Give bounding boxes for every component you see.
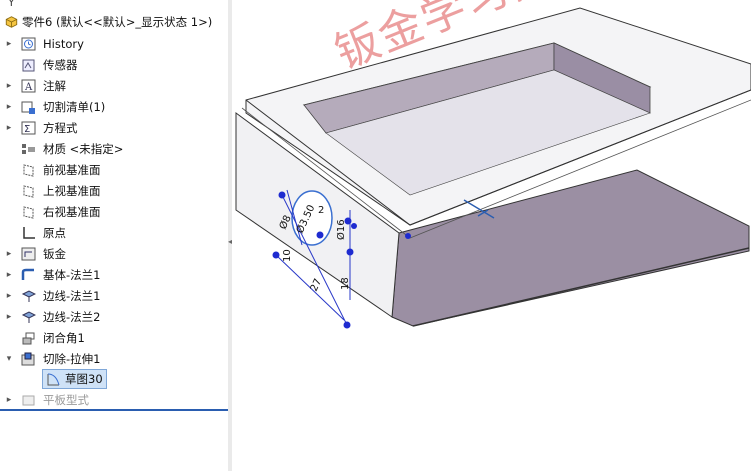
filter-icon[interactable]: Y (8, 0, 15, 9)
edge-flange-icon (21, 311, 36, 323)
tree-item-label: 钣金 (43, 247, 66, 261)
tree-item-label: History (43, 37, 84, 51)
model-3d-view: Ø8 Ø3.50 2 Ø16 10 27 18 (235, 7, 751, 329)
tree-item-plane[interactable]: 前视基准面 (0, 160, 228, 180)
feature-manager-tree: Y 零件6 (默认<<默认>_显示状态 1>) ▸ History 传感器 ▸ A 注解 ▸… (0, 0, 229, 471)
tree-item-sensor[interactable]: 传感器 (0, 55, 228, 75)
chevron-right-icon[interactable]: ▸ (5, 123, 13, 133)
chevron-right-icon[interactable]: ▸ (5, 39, 13, 49)
tree-item-label: 原点 (43, 226, 66, 240)
plane-icon (23, 206, 34, 219)
chevron-down-icon[interactable]: ▾ (5, 354, 13, 364)
sketch-icon (47, 373, 60, 386)
closed-corner-icon (22, 332, 35, 345)
tree-item-closed-corner[interactable]: 闭合角1 (0, 328, 228, 348)
annotation-icon: A (21, 79, 36, 93)
tree-item-edge-flange[interactable]: ▸ 边线-法兰1 (0, 286, 228, 306)
tree-item-sketch[interactable]: 草图30 (0, 369, 228, 389)
tree-item-annotation[interactable]: ▸ A 注解 (0, 76, 228, 96)
cut-list-icon (21, 101, 35, 114)
tree-item-edge-flange[interactable]: ▸ 边线-法兰2 (0, 307, 228, 327)
history-icon (21, 37, 36, 51)
edge-flange-icon (21, 290, 36, 302)
dim-2: 2 (318, 205, 324, 216)
plane-icon (23, 164, 34, 177)
tree-item-cut-list[interactable]: ▸ 切割清单(1) (0, 97, 228, 117)
part-title: 零件6 (默认<<默认>_显示状态 1>) (22, 15, 213, 29)
chevron-right-icon[interactable]: ▸ (5, 395, 13, 405)
base-flange-icon (21, 268, 34, 280)
plane-icon (23, 185, 34, 198)
tree-item-origin[interactable]: 原点 (0, 223, 228, 243)
tree-item-base-flange[interactable]: ▸ 基体-法兰1 (0, 265, 228, 285)
tree-item-label: 前视基准面 (43, 163, 101, 177)
chevron-right-icon[interactable]: ▸ (5, 312, 13, 322)
chevron-right-icon[interactable]: ▸ (5, 81, 13, 91)
chevron-right-icon[interactable]: ▸ (5, 249, 13, 259)
tree-root-part[interactable]: 零件6 (默认<<默认>_显示状态 1>) (0, 12, 228, 32)
tree-item-label: 边线-法兰1 (43, 289, 101, 303)
tree-item-flat-pattern[interactable]: ▸ 平板型式 (0, 390, 228, 410)
rollback-bar[interactable] (0, 409, 228, 411)
tree-item-label: 右视基准面 (43, 205, 101, 219)
tree-item-label: 边线-法兰2 (43, 310, 101, 324)
tree-item-cut-extrude[interactable]: ▾ 切除-拉伸1 (0, 349, 228, 369)
tree-item-label: 平板型式 (43, 393, 89, 407)
chevron-right-icon[interactable]: ▸ (5, 102, 13, 112)
dim-10: 10 (282, 249, 293, 262)
part-icon (5, 16, 18, 28)
tree-item-plane[interactable]: 上视基准面 (0, 181, 228, 201)
chevron-right-icon[interactable]: ▸ (5, 291, 13, 301)
tree-item-label: 传感器 (43, 58, 78, 72)
equation-icon: Σ (21, 121, 36, 135)
svg-text:Σ: Σ (24, 124, 30, 135)
material-icon (22, 144, 35, 154)
dim-27: 27 (309, 277, 324, 293)
flat-pattern-icon (22, 395, 35, 406)
tree-item-label: 草图30 (65, 372, 103, 386)
tree-item-label: 方程式 (43, 121, 78, 135)
sheet-metal-icon (21, 247, 36, 261)
tree-item-label: 注解 (43, 79, 66, 93)
cut-extrude-icon (21, 352, 35, 366)
dim-d16: Ø16 (335, 219, 347, 240)
tree-item-label: 基体-法兰1 (43, 268, 101, 282)
tree-item-label: 切割清单(1) (43, 100, 106, 114)
tree-item-sheet-metal[interactable]: ▸ 钣金 (0, 244, 228, 264)
tree-item-label: 切除-拉伸1 (43, 352, 101, 366)
tree-item-material[interactable]: 材质 <未指定> (0, 139, 228, 159)
tree-item-equation[interactable]: ▸ Σ 方程式 (0, 118, 228, 138)
tree-filter[interactable]: Y (0, 0, 228, 10)
chevron-right-icon[interactable]: ▸ (5, 270, 13, 280)
origin-icon (23, 227, 35, 239)
svg-text:A: A (24, 82, 33, 93)
tree-item-label: 材质 <未指定> (43, 142, 124, 156)
tree-item-history[interactable]: ▸ History (0, 34, 228, 54)
tree-item-label: 闭合角1 (43, 331, 85, 345)
sensor-icon (22, 59, 35, 72)
tree-item-plane[interactable]: 右视基准面 (0, 202, 228, 222)
tree-item-label: 上视基准面 (43, 184, 101, 198)
graphics-viewport[interactable]: Ø8 Ø3.50 2 Ø16 10 27 18 钣金学习网微信公众号 (232, 0, 751, 471)
dim-18: 18 (340, 277, 351, 290)
